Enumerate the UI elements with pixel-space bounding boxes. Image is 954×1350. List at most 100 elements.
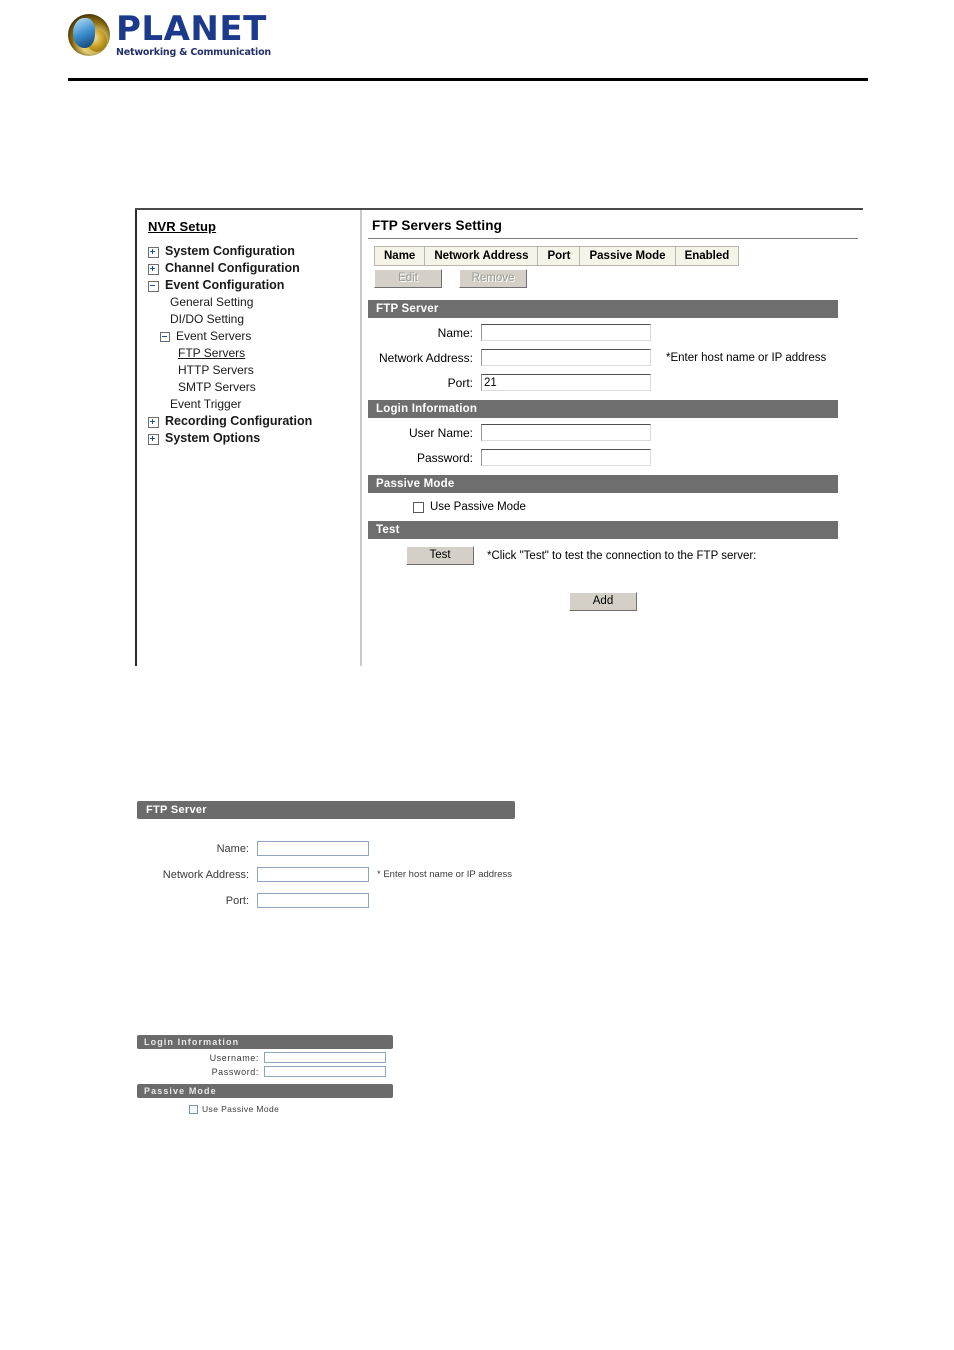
figure-ftp-server: FTP Server Name: Network Address: * Ente… xyxy=(137,801,517,919)
figure-section-header-passive-mode: Passive Mode xyxy=(137,1084,393,1098)
sidebar-item-label: Event Configuration xyxy=(165,278,285,292)
sidebar-item-label: DI/DO Setting xyxy=(170,312,245,326)
name-input[interactable] xyxy=(481,324,651,341)
field-row-network-address: Network Address: *Enter host name or IP … xyxy=(368,349,863,366)
figure-section-header-ftp-server: FTP Server xyxy=(137,801,515,819)
expand-icon[interactable] xyxy=(148,417,159,428)
use-passive-mode-label: Use Passive Mode xyxy=(430,501,526,513)
figure-login-fields: Username: Password: xyxy=(137,1052,393,1077)
page-header: PLANET Networking & Communication xyxy=(68,12,868,82)
figure-port-input[interactable] xyxy=(257,893,369,908)
column-header-enabled: Enabled xyxy=(674,246,740,266)
sidebar-item-label: Channel Configuration xyxy=(165,261,300,275)
expand-icon[interactable] xyxy=(148,264,159,275)
label-user-name: User Name: xyxy=(408,425,473,440)
port-input[interactable] xyxy=(481,374,651,391)
figure-field-row-network-address: Network Address: * Enter host name or IP… xyxy=(137,867,517,882)
label-name: Name: xyxy=(437,325,473,340)
sidebar-item-event-configuration[interactable]: Event Configuration xyxy=(148,277,360,294)
figure-username-input[interactable] xyxy=(264,1052,386,1063)
field-row-name: Name: xyxy=(368,324,863,341)
sidebar-item-event-servers[interactable]: Event Servers xyxy=(148,328,360,345)
brand-tagline: Networking & Communication xyxy=(116,47,271,58)
planet-logo: PLANET Networking & Communication xyxy=(68,12,868,58)
sidebar-item-recording-configuration[interactable]: Recording Configuration xyxy=(148,413,360,430)
remove-button[interactable]: Remove xyxy=(459,269,527,288)
label-network-address: Network Address: xyxy=(378,350,473,365)
figure-field-row-port: Port: xyxy=(137,893,517,908)
add-button[interactable]: Add xyxy=(569,592,637,611)
sidebar-item-channel-configuration[interactable]: Channel Configuration xyxy=(148,260,360,277)
header-divider xyxy=(68,78,868,81)
figure-network-address-hint: * Enter host name or IP address xyxy=(377,869,513,880)
sidebar-item-label: System Configuration xyxy=(165,244,295,258)
figure-label-password: Password: xyxy=(211,1066,259,1077)
table-header-row: Name Network Address Port Passive Mode E… xyxy=(373,246,740,266)
section-header-ftp-server: FTP Server xyxy=(368,300,838,318)
table-action-buttons: Edit Remove xyxy=(374,269,863,288)
expand-icon[interactable] xyxy=(148,434,159,445)
network-address-input[interactable] xyxy=(481,349,651,366)
column-header-name: Name xyxy=(373,246,426,266)
sidebar-item-ftp-servers[interactable]: FTP Servers xyxy=(148,345,360,362)
sidebar-item-smtp-servers[interactable]: SMTP Servers xyxy=(148,379,360,396)
figure-passive-mode-row[interactable]: Use Passive Mode xyxy=(137,1098,393,1114)
brand-name: PLANET xyxy=(116,9,267,49)
sidebar-item-http-servers[interactable]: HTTP Servers xyxy=(148,362,360,379)
sidebar-item-di-do-setting[interactable]: DI/DO Setting xyxy=(148,311,360,328)
passive-mode-row[interactable]: Use Passive Mode xyxy=(368,493,863,521)
figure-network-address-input[interactable] xyxy=(257,867,369,882)
sidebar-item-system-configuration[interactable]: System Configuration xyxy=(148,243,360,260)
figure-use-passive-mode-label: Use Passive Mode xyxy=(202,1104,280,1114)
column-header-port: Port xyxy=(537,246,581,266)
edit-button[interactable]: Edit xyxy=(374,269,442,288)
field-row-user-name: User Name: xyxy=(368,424,863,441)
setup-sidebar: NVR Setup System Configuration Channel Co… xyxy=(135,210,362,666)
field-row-password: Password: xyxy=(368,449,863,466)
sidebar-title: NVR Setup xyxy=(148,219,217,234)
figure-password-input[interactable] xyxy=(264,1066,386,1077)
sidebar-item-label: System Options xyxy=(165,431,261,445)
submit-row: Add xyxy=(368,565,838,611)
planet-globe-icon xyxy=(68,13,110,56)
column-header-network-address: Network Address xyxy=(424,246,539,266)
expand-icon[interactable] xyxy=(148,247,159,258)
figure-label-name: Name: xyxy=(216,842,249,855)
sidebar-item-label: HTTP Servers xyxy=(178,363,254,377)
section-header-login-information: Login Information xyxy=(368,400,838,418)
figure-label-port: Port: xyxy=(225,894,249,907)
figure-field-row-password: Password: xyxy=(137,1066,393,1077)
sidebar-item-label: Event Servers xyxy=(176,329,252,343)
collapse-icon[interactable] xyxy=(148,281,159,292)
title-divider xyxy=(368,238,858,239)
figure-field-row-username: Username: xyxy=(137,1052,393,1063)
sidebar-item-label: Event Trigger xyxy=(170,397,242,411)
sidebar-item-event-trigger[interactable]: Event Trigger xyxy=(148,396,360,413)
network-address-hint: *Enter host name or IP address xyxy=(666,351,827,364)
figure-name-input[interactable] xyxy=(257,841,369,856)
figure-section-header-login-information: Login Information xyxy=(137,1035,393,1049)
sidebar-item-system-options[interactable]: System Options xyxy=(148,430,360,447)
use-passive-mode-checkbox[interactable] xyxy=(413,501,424,513)
section-header-passive-mode: Passive Mode xyxy=(368,475,838,493)
test-button[interactable]: Test xyxy=(406,546,474,565)
sidebar-item-label: General Setting xyxy=(170,295,254,309)
figure-label-username: Username: xyxy=(209,1052,259,1063)
section-header-test: Test xyxy=(368,521,838,539)
label-port: Port: xyxy=(447,375,473,390)
sidebar-tree: System Configuration Channel Configuratio… xyxy=(148,243,360,447)
figure-label-network-address: Network Address: xyxy=(162,868,249,881)
field-row-port: Port: xyxy=(368,374,863,391)
sidebar-item-label: SMTP Servers xyxy=(178,380,256,394)
user-name-input[interactable] xyxy=(481,424,651,441)
sidebar-item-general-setting[interactable]: General Setting xyxy=(148,294,360,311)
content-area: FTP Servers Setting Name Network Address… xyxy=(362,210,863,666)
ftp-server-fields: Name: Network Address: *Enter host name … xyxy=(368,318,863,400)
collapse-icon[interactable] xyxy=(160,332,170,342)
page-title: FTP Servers Setting xyxy=(372,218,502,233)
password-input[interactable] xyxy=(481,449,651,466)
login-information-fields: User Name: Password: xyxy=(368,418,863,475)
figure-use-passive-mode-checkbox[interactable] xyxy=(189,1104,198,1114)
figure-login-passive: Login Information Username: Password: Pa… xyxy=(137,1035,393,1114)
sidebar-item-label: FTP Servers xyxy=(178,346,246,360)
